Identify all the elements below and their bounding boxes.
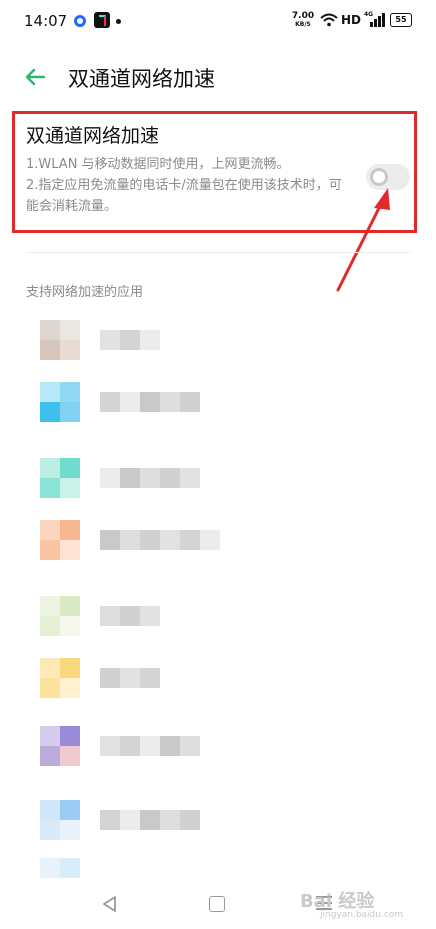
app-icon-mosaic-cell [40, 382, 60, 402]
app-icon-mosaic-cell [40, 458, 60, 478]
app-row-blurred [20, 658, 200, 710]
app-row-blurred [20, 520, 220, 572]
app-name-mosaic-cell [160, 736, 180, 756]
app-name-mosaic-cell [160, 392, 180, 412]
section-divider [26, 252, 410, 253]
app-name-mosaic-cell [120, 810, 140, 830]
app-icon-mosaic-cell [60, 658, 80, 678]
app-name-mosaic-cell [100, 810, 120, 830]
app-name-mosaic-cell [100, 468, 120, 488]
app-icon-mosaic-cell [60, 382, 80, 402]
app-name-mosaic-cell [160, 530, 180, 550]
app-name-mosaic-cell [160, 468, 180, 488]
watermark-url: jingyan.baidu.com [320, 910, 404, 920]
app-icon-mosaic-cell [60, 596, 80, 616]
app-icon-mosaic-cell [60, 340, 80, 360]
app-icon-mosaic-cell [60, 858, 80, 878]
app-icon-mosaic-cell [40, 858, 60, 878]
app-icon-mosaic-cell [40, 726, 60, 746]
app-name-mosaic-cell [120, 330, 140, 350]
app-icon-mosaic-cell [40, 540, 60, 560]
app-icon-mosaic-cell [40, 402, 60, 422]
app-icon-mosaic-cell [40, 320, 60, 340]
app-name-mosaic-cell [160, 810, 180, 830]
app-icon-mosaic-cell [40, 678, 60, 698]
tiktok-notification-icon [94, 12, 110, 28]
app-icon-mosaic-cell [40, 340, 60, 360]
status-bar: 14:07 7.00 KB/S HD 4G 55 [0, 0, 436, 44]
app-icon-mosaic-cell [60, 458, 80, 478]
app-row-blurred [20, 458, 200, 510]
annotation-arrow-icon [336, 188, 390, 292]
app-name-mosaic-cell [120, 530, 140, 550]
app-icon-mosaic-cell [40, 658, 60, 678]
app-name-mosaic-cell [140, 330, 160, 350]
app-icon-mosaic-cell [60, 746, 80, 766]
app-icon-mosaic-cell [60, 540, 80, 560]
app-name-mosaic-cell [180, 736, 200, 756]
app-icon-mosaic-cell [40, 800, 60, 820]
app-name-mosaic-cell [180, 810, 200, 830]
app-name-mosaic-cell [140, 530, 160, 550]
app-icon-mosaic-cell [40, 520, 60, 540]
back-button[interactable] [22, 64, 48, 90]
app-row-blurred [20, 320, 200, 372]
app-name-mosaic-cell [120, 606, 140, 626]
network-speed-value: 7.00 [291, 11, 315, 21]
app-name-mosaic-cell [100, 530, 120, 550]
nav-home-icon[interactable] [209, 896, 225, 912]
app-name-mosaic-cell [100, 668, 120, 688]
app-icon-mosaic-cell [60, 820, 80, 840]
app-notification-icon [74, 15, 86, 27]
app-name-mosaic-cell [140, 392, 160, 412]
battery-icon: 55 [390, 13, 412, 27]
more-notifications-dot-icon [116, 19, 121, 24]
app-row-blurred [20, 726, 200, 778]
app-name-mosaic-cell [140, 468, 160, 488]
app-icon-mosaic-cell [60, 320, 80, 340]
app-icon-mosaic-cell [40, 616, 60, 636]
app-icon-mosaic-cell [60, 478, 80, 498]
page-title: 双通道网络加速 [68, 67, 215, 91]
status-time: 14:07 [24, 12, 68, 30]
app-icon-mosaic-cell [40, 820, 60, 840]
wifi-icon [320, 13, 338, 31]
app-icon-mosaic-cell [40, 746, 60, 766]
app-name-mosaic-cell [100, 330, 120, 350]
nav-back-icon[interactable] [100, 894, 120, 914]
supported-apps-label: 支持网络加速的应用 [26, 285, 144, 300]
app-icon-mosaic-cell [60, 800, 80, 820]
app-icon-mosaic-cell [60, 726, 80, 746]
app-name-mosaic-cell [180, 468, 200, 488]
app-icon-mosaic-cell [60, 616, 80, 636]
app-name-mosaic-cell [120, 468, 140, 488]
app-name-mosaic-cell [100, 606, 120, 626]
app-name-mosaic-cell [120, 668, 140, 688]
app-name-mosaic-cell [140, 668, 160, 688]
cellular-signal-icon: 4G [364, 11, 385, 28]
back-arrow-icon [25, 68, 46, 86]
network-type-label: 4G [364, 11, 374, 18]
network-speed: 7.00 KB/S [290, 11, 316, 28]
app-icon-mosaic-cell [60, 678, 80, 698]
app-name-mosaic-cell [140, 810, 160, 830]
app-icon-mosaic-cell [40, 596, 60, 616]
app-name-mosaic-cell [140, 606, 160, 626]
app-row-blurred [20, 382, 200, 434]
network-speed-unit: KB/S [295, 21, 311, 28]
app-name-mosaic-cell [100, 736, 120, 756]
app-name-mosaic-cell [120, 392, 140, 412]
app-icon-mosaic-cell [40, 478, 60, 498]
app-name-mosaic-cell [100, 392, 120, 412]
hd-voice-indicator: HD [341, 13, 362, 27]
app-icon-mosaic-cell [60, 520, 80, 540]
app-icon-mosaic-cell [60, 402, 80, 422]
app-name-mosaic-cell [200, 530, 220, 550]
app-row-blurred [20, 800, 200, 852]
app-name-mosaic-cell [120, 736, 140, 756]
app-row-blurred [20, 596, 200, 648]
app-name-mosaic-cell [180, 530, 200, 550]
app-name-mosaic-cell [180, 392, 200, 412]
app-name-mosaic-cell [140, 736, 160, 756]
